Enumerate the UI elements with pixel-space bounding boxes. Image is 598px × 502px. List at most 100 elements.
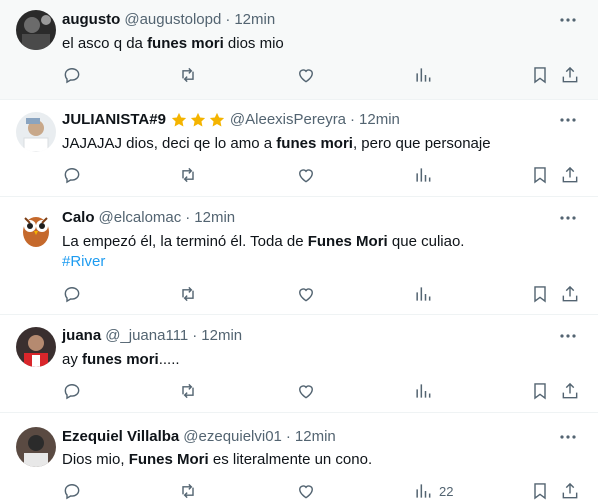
avatar[interactable] [16, 427, 56, 467]
views-icon [416, 287, 431, 301]
tweet-header: Calo @elcalomac · 12min [62, 208, 235, 228]
bookmark-icon [534, 167, 546, 184]
bookmark-button[interactable] [530, 65, 550, 85]
share-button[interactable] [560, 284, 580, 304]
reply-button[interactable] [62, 481, 82, 501]
separator-dot: · [350, 111, 356, 128]
bookmark-button[interactable] [530, 381, 550, 401]
views-button[interactable]: 22 [413, 481, 453, 501]
share-icon [562, 482, 578, 499]
user-name[interactable]: juana [62, 326, 101, 346]
separator-dot: · [225, 11, 231, 28]
views-button[interactable] [413, 284, 433, 304]
more-icon [560, 216, 576, 220]
reply-button[interactable] [62, 284, 82, 304]
share-button[interactable] [560, 481, 580, 501]
highlighted-term: Funes Mori [307, 233, 388, 250]
owl-avatar[interactable] [16, 209, 56, 249]
retweet-button[interactable] [178, 481, 198, 501]
retweet-button[interactable] [178, 381, 198, 401]
reply-button[interactable] [62, 65, 82, 85]
user-name[interactable]: Calo [62, 208, 95, 228]
views-button[interactable] [413, 381, 433, 401]
highlighted-term: funes mori [82, 351, 159, 368]
more-icon [560, 18, 576, 22]
retweet-icon [182, 286, 194, 302]
user-handle[interactable]: @ezequielvi01 [183, 427, 282, 447]
more-options-button[interactable] [558, 326, 578, 346]
like-button[interactable] [296, 381, 316, 401]
user-handle[interactable]: @elcalomac [99, 208, 182, 228]
bookmark-icon [534, 67, 546, 84]
views-icon [416, 484, 431, 498]
reply-icon [64, 287, 80, 303]
reply-icon [64, 384, 80, 400]
hashtag-link[interactable]: #River [62, 252, 578, 272]
more-options-button[interactable] [558, 208, 578, 228]
tweet-1[interactable]: augusto @augustolopd · 12min el asco q d… [0, 0, 598, 100]
heart-icon [299, 69, 313, 83]
avatar[interactable] [16, 10, 56, 50]
like-button[interactable] [296, 65, 316, 85]
star-badges [170, 111, 226, 129]
highlighted-term: funes mori [147, 35, 224, 52]
retweet-button[interactable] [178, 165, 198, 185]
timestamp[interactable]: 12min [295, 427, 336, 447]
share-button[interactable] [560, 165, 580, 185]
timestamp[interactable]: 12min [359, 110, 400, 130]
more-icon [560, 435, 576, 439]
views-button[interactable] [413, 65, 433, 85]
user-name[interactable]: augusto [62, 10, 120, 30]
separator-dot: · [192, 327, 198, 344]
user-handle[interactable]: @augustolopd [124, 10, 221, 30]
tweet-3[interactable]: Calo @elcalomac · 12min La empezó él, la… [0, 197, 598, 315]
retweet-button[interactable] [178, 284, 198, 304]
avatar[interactable] [16, 112, 56, 152]
tweet-header: JULIANISTA#9 @AleexisPereyra · 12min [62, 110, 400, 130]
timestamp[interactable]: 12min [201, 326, 242, 346]
share-icon [562, 285, 578, 302]
share-icon [562, 382, 578, 399]
share-button[interactable] [560, 381, 580, 401]
action-bar [0, 381, 598, 401]
tweet-4[interactable]: juana @_juana111 · 12min ay funes mori..… [0, 315, 598, 413]
like-button[interactable] [296, 165, 316, 185]
reply-button[interactable] [62, 381, 82, 401]
more-options-button[interactable] [558, 427, 578, 447]
action-bar [0, 65, 598, 85]
views-icon [416, 384, 431, 398]
retweet-icon [182, 483, 194, 499]
views-button[interactable] [413, 165, 433, 185]
tweet-2[interactable]: JULIANISTA#9 @AleexisPereyra · 12min JAJ… [0, 100, 598, 197]
user-handle[interactable]: @AleexisPereyra [230, 110, 346, 130]
user-name[interactable]: JULIANISTA#9 [62, 110, 166, 130]
reply-icon [64, 168, 80, 184]
reply-icon [64, 68, 80, 84]
highlighted-term: funes mori [276, 135, 353, 152]
star-icon [209, 112, 225, 127]
bookmark-button[interactable] [530, 284, 550, 304]
bookmark-button[interactable] [530, 165, 550, 185]
tweet-header: juana @_juana111 · 12min [62, 326, 242, 346]
share-icon [562, 66, 578, 83]
timestamp[interactable]: 12min [234, 10, 275, 30]
star-icon [171, 112, 187, 127]
tweet-text: el asco q da funes mori dios mio [62, 35, 284, 52]
like-button[interactable] [296, 284, 316, 304]
timestamp[interactable]: 12min [194, 208, 235, 228]
share-button[interactable] [560, 65, 580, 85]
tweet-5[interactable]: Ezequiel Villalba @ezequielvi01 · 12min … [0, 413, 598, 502]
more-options-button[interactable] [558, 110, 578, 130]
avatar[interactable] [16, 327, 56, 367]
retweet-icon [182, 67, 194, 83]
reply-button[interactable] [62, 165, 82, 185]
tweet-text: La empezó él, la terminó él. Toda de Fun… [62, 232, 578, 272]
highlighted-term: Funes Mori [128, 451, 209, 468]
user-handle[interactable]: @_juana111 [105, 326, 188, 346]
action-bar [0, 165, 598, 185]
more-options-button[interactable] [558, 10, 578, 30]
user-name[interactable]: Ezequiel Villalba [62, 427, 179, 447]
retweet-button[interactable] [178, 65, 198, 85]
like-button[interactable] [296, 481, 316, 501]
bookmark-button[interactable] [530, 481, 550, 501]
